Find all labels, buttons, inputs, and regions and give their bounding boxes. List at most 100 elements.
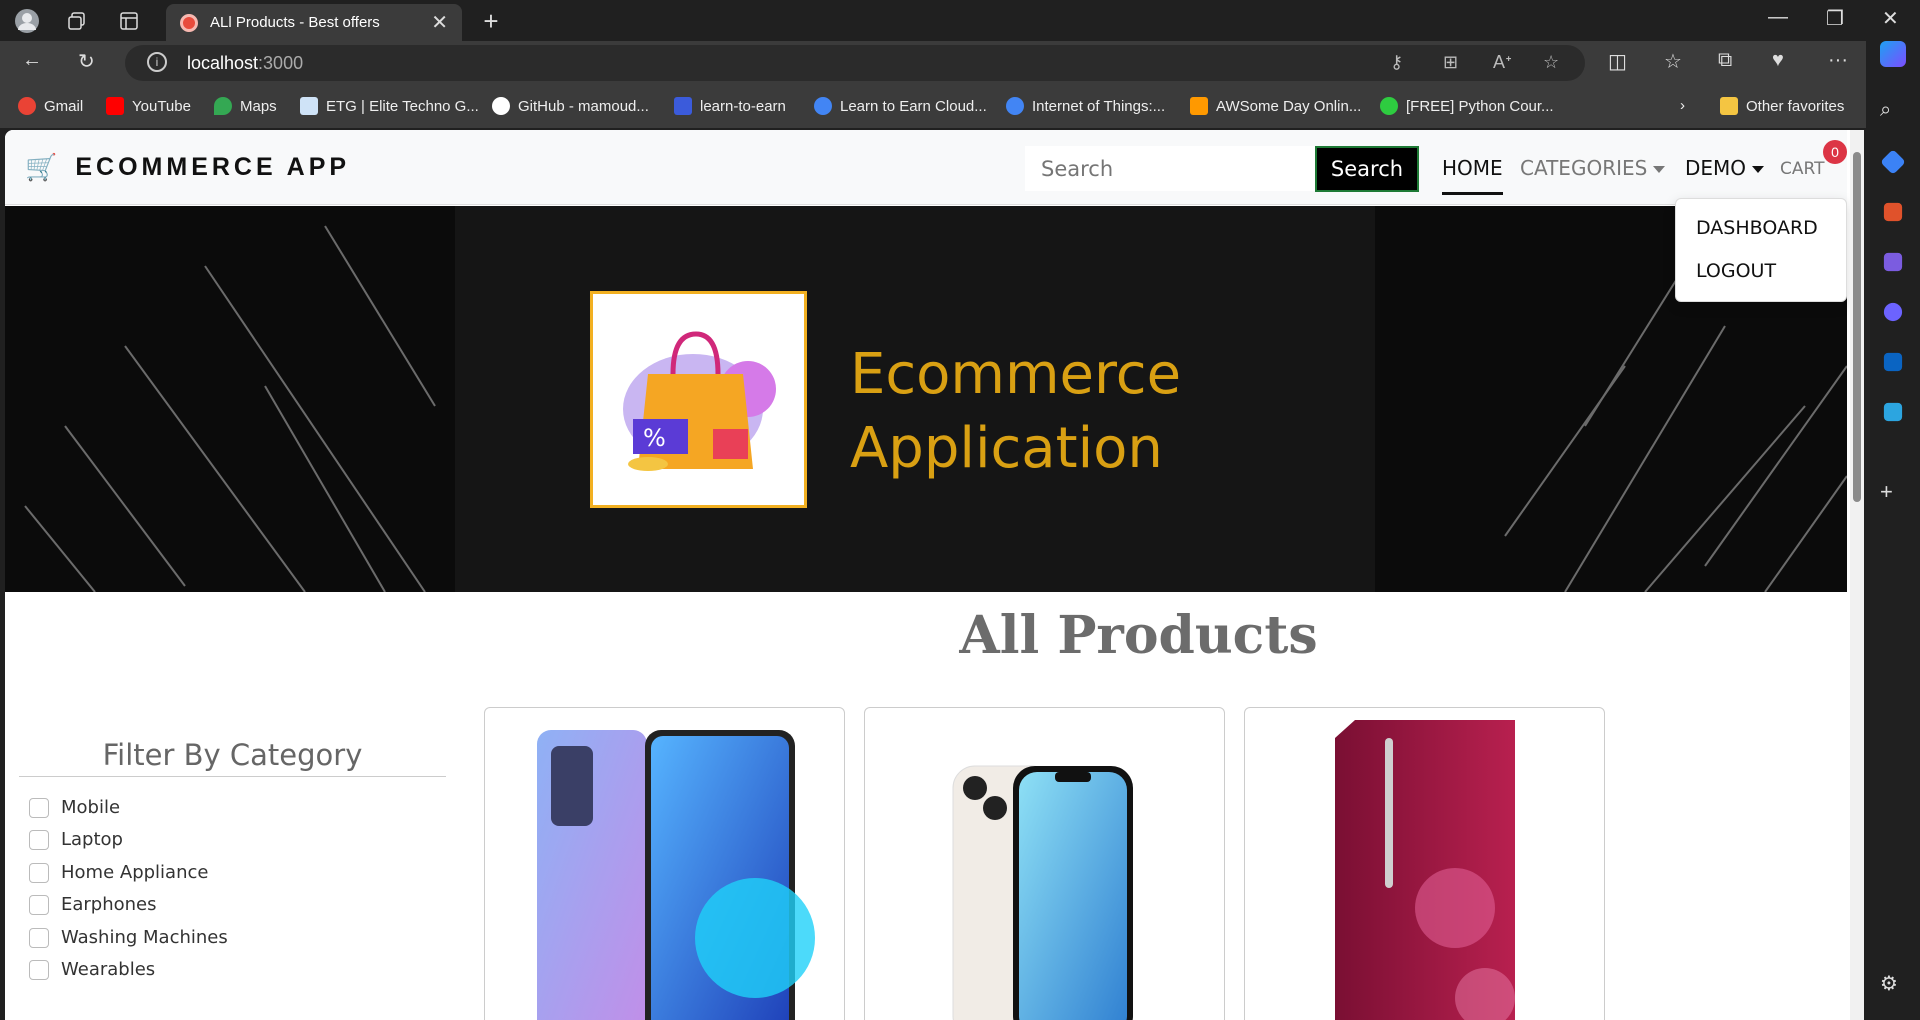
banner-line-2: Application: [850, 416, 1163, 481]
cloud-icon: [814, 97, 832, 115]
edge-sidebar: ⌕ + ⚙: [1866, 41, 1920, 1020]
checkbox[interactable]: [29, 829, 49, 850]
nav-home[interactable]: HOME: [1442, 156, 1503, 195]
page-scrollbar[interactable]: [1850, 130, 1864, 1020]
favorite-star-icon[interactable]: ☆: [1543, 52, 1559, 73]
tools-icon[interactable]: [1883, 202, 1903, 222]
new-tab-icon[interactable]: +: [478, 6, 504, 36]
add-icon[interactable]: +: [1880, 479, 1906, 505]
dropdown-logout[interactable]: LOGOUT: [1696, 260, 1776, 282]
nav-cart[interactable]: CART: [1780, 159, 1824, 179]
shopping-icon[interactable]: [1880, 149, 1906, 175]
category-checkbox-wearables[interactable]: Wearables: [29, 959, 155, 980]
google-icon: [18, 97, 36, 115]
checkbox[interactable]: [29, 927, 49, 948]
product-card[interactable]: [1244, 707, 1605, 1020]
back-icon[interactable]: ←: [22, 49, 42, 72]
workspaces-icon[interactable]: [64, 8, 90, 34]
bookmark-cloud[interactable]: Learn to Earn Cloud...: [814, 97, 987, 115]
tab-title: ALl Products - Best offers: [210, 14, 380, 31]
bookmark-learn-to-earn[interactable]: learn-to-earn: [674, 97, 786, 115]
browser-tab[interactable]: ALl Products - Best offers ✕: [166, 4, 462, 41]
bookmarks-overflow-icon[interactable]: ›: [1680, 97, 1685, 114]
shopping-bag-logo: %: [590, 291, 807, 508]
brand[interactable]: 🛒 ECOMMERCE APP: [25, 152, 350, 183]
learn-icon: [674, 97, 692, 115]
tab-actions-icon[interactable]: [116, 8, 142, 34]
chevron-down-icon: [1653, 166, 1666, 173]
address-bar[interactable]: i localhost:3000 ⚷ ⊞ Aᐩ ☆: [125, 45, 1585, 81]
category-checkbox-laptop[interactable]: Laptop: [29, 829, 123, 850]
checkbox[interactable]: [29, 894, 49, 915]
bookmark-etg[interactable]: ETG | Elite Techno G...: [300, 97, 479, 115]
bookmark-aws[interactable]: AWSome Day Onlin...: [1190, 97, 1361, 115]
cart-count-badge: 0: [1823, 140, 1847, 164]
category-label: Wearables: [61, 959, 156, 980]
browser-essentials-icon[interactable]: ♥: [1772, 49, 1784, 72]
nav-demo-label: DEMO: [1685, 156, 1747, 180]
category-checkbox-home-appliance[interactable]: Home Appliance: [29, 862, 208, 883]
cart-logo-icon: 🛒: [25, 152, 58, 182]
close-tab-icon[interactable]: ✕: [431, 10, 448, 35]
games-icon[interactable]: [1883, 252, 1903, 272]
app-navbar: 🛒 ECOMMERCE APP Search HOME CATEGORIES D…: [5, 130, 1847, 205]
m365-icon[interactable]: [1883, 302, 1903, 322]
outlook-icon[interactable]: [1883, 352, 1903, 372]
category-checkbox-washing-machines[interactable]: Washing Machines: [29, 927, 228, 948]
product-card[interactable]: [484, 707, 845, 1020]
copilot-icon[interactable]: [1880, 41, 1906, 67]
category-checkbox-mobile[interactable]: Mobile: [29, 797, 120, 818]
close-window-icon[interactable]: ✕: [1882, 6, 1899, 31]
collections-icon[interactable]: ⧉: [1718, 49, 1732, 72]
product-image-vivo-phone: [537, 730, 815, 1020]
category-label: Earphones: [61, 894, 157, 915]
split-screen-icon[interactable]: ◫: [1608, 49, 1627, 74]
product-image-refrigerator: [1335, 720, 1515, 1020]
bookmark-iot[interactable]: Internet of Things:...: [1006, 97, 1165, 115]
bookmark-maps[interactable]: Maps: [214, 97, 277, 115]
search-button[interactable]: Search: [1315, 146, 1419, 192]
favorites-icon[interactable]: ☆: [1664, 49, 1682, 74]
restore-icon[interactable]: ❐: [1826, 6, 1844, 31]
scrollbar-thumb[interactable]: [1853, 152, 1861, 502]
product-card[interactable]: [864, 707, 1225, 1020]
nav-categories[interactable]: CATEGORIES: [1520, 156, 1666, 180]
read-aloud-icon[interactable]: Aᐩ: [1493, 52, 1512, 73]
brand-title: ECOMMERCE APP: [75, 153, 351, 181]
telegram-icon[interactable]: [1883, 402, 1903, 422]
bookmark-github[interactable]: GitHub - mamoud...: [492, 97, 649, 115]
demo-dropdown-menu: DASHBOARD LOGOUT: [1675, 198, 1847, 302]
checkbox[interactable]: [29, 959, 49, 980]
bookmark-youtube[interactable]: YouTube: [106, 97, 191, 115]
more-icon[interactable]: ···: [1828, 49, 1848, 72]
search-icon[interactable]: ⌕: [1880, 99, 1906, 125]
checkbox[interactable]: [29, 797, 49, 818]
github-icon: [492, 97, 510, 115]
dropdown-dashboard[interactable]: DASHBOARD: [1696, 217, 1818, 239]
key-icon[interactable]: ⚷: [1390, 52, 1403, 73]
bookmark-python[interactable]: [FREE] Python Cour...: [1380, 97, 1554, 115]
bookmark-label: AWSome Day Onlin...: [1216, 97, 1362, 115]
refresh-icon[interactable]: ↻: [78, 49, 95, 74]
bookmark-label: Maps: [240, 97, 277, 115]
bookmark-label: ETG | Elite Techno G...: [326, 97, 479, 115]
page-viewport: 🛒 ECOMMERCE APP Search HOME CATEGORIES D…: [5, 130, 1864, 1020]
search-input[interactable]: [1025, 146, 1315, 191]
folder-icon: [1720, 97, 1738, 115]
category-label: Mobile: [61, 797, 121, 818]
browser-titlebar: ALl Products - Best offers ✕ + — ❐ ✕: [0, 0, 1920, 41]
nav-demo[interactable]: DEMO: [1685, 156, 1765, 180]
site-info-icon[interactable]: i: [147, 52, 167, 72]
checkbox[interactable]: [29, 862, 49, 883]
filter-title: Filter By Category: [19, 738, 446, 777]
settings-gear-icon[interactable]: ⚙: [1880, 971, 1906, 997]
profile-icon[interactable]: [14, 8, 40, 34]
bookmark-label: Other favorites: [1746, 97, 1845, 115]
category-checkbox-earphones[interactable]: Earphones: [29, 894, 157, 915]
bookmark-gmail[interactable]: Gmail: [18, 97, 83, 115]
chevron-down-icon: [1752, 166, 1765, 173]
minimize-icon[interactable]: —: [1768, 6, 1788, 29]
category-label: Washing Machines: [61, 927, 228, 948]
apps-icon[interactable]: ⊞: [1443, 52, 1458, 73]
other-favorites[interactable]: Other favorites: [1720, 97, 1844, 115]
